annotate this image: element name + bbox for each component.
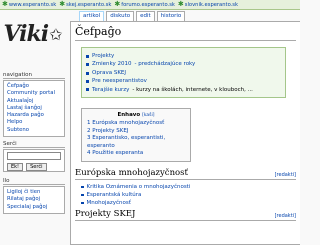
site-link-label: forumo.esperanto.sk xyxy=(121,1,175,8)
toc-item: 4 Použitie esperanta xyxy=(87,150,185,158)
site-logo[interactable]: Viki ✩ xyxy=(3,14,63,54)
news-link-previous-years[interactable]: - predchádzajúce roky xyxy=(135,60,196,68)
edit-section-link[interactable]: [redakti] xyxy=(275,213,296,219)
news-link-courses[interactable]: Terajšie kurzy xyxy=(92,86,129,94)
tab-edit[interactable]: edit xyxy=(136,11,155,21)
toc-title-text: Enhavo xyxy=(117,112,141,118)
search-buttons: Ek! Serĉi xyxy=(7,163,61,171)
tab-history[interactable]: historio xyxy=(156,11,186,21)
site-link-label: skej.esperanto.sk xyxy=(66,1,112,8)
toc-link[interactable]: 1 Európska mnohojazyčnosť xyxy=(87,120,164,126)
site-link-forumo[interactable]: ✱ forumo.esperanto.sk xyxy=(114,1,175,8)
news-item: Oprava SKEJ xyxy=(86,69,279,77)
bullet-icon xyxy=(86,88,89,92)
bullet-icon xyxy=(86,63,89,67)
list-item: Kritika Oznámenia o mnohojazyčnosti xyxy=(81,183,296,191)
news-item: Projekty xyxy=(86,52,279,60)
star-icon: ✱ xyxy=(59,0,66,8)
section-list: Kritika Oznámenia o mnohojazyčnosti Espe… xyxy=(81,183,296,207)
news-link-2010[interactable]: Zmienky 2010 xyxy=(92,60,132,68)
star-icon: ✱ xyxy=(114,0,121,8)
news-item: Zmienky 2010- predchádzajúce roky xyxy=(86,60,279,68)
search-button[interactable]: Serĉi xyxy=(26,163,47,171)
search-input[interactable] xyxy=(7,152,61,160)
news-item: Terajšie kurzy - kurzy na školách, intern… xyxy=(86,86,279,94)
navigation-portlet: Čefpaĝo Community portal Aktualaĵoj Last… xyxy=(3,80,65,138)
logo-star-icon: ✩ xyxy=(49,24,63,44)
news-box: Projekty Zmienky 2010- predchádzajúce ro… xyxy=(81,47,286,98)
toc-toggle[interactable]: [kaŝi] xyxy=(142,113,154,118)
page-title: Čefpaĝo xyxy=(75,25,296,41)
list-item: Mnohojazyčnosť xyxy=(81,199,296,207)
section-heading: Európska mnohojazyčnosť [redakti] xyxy=(75,168,296,180)
toc-title: Enhavo [kaŝi] xyxy=(87,112,185,118)
search-heading: Serĉi xyxy=(3,141,65,148)
site-links-bar: ✱ www.esperanto.sk ✱ skej.esperanto.sk ✱ fo… xyxy=(0,0,300,10)
nav-link-main-page[interactable]: Čefpaĝo xyxy=(7,83,29,90)
toc-item: 1 Európska mnohojazyčnosť xyxy=(87,120,185,128)
nav-link-current-events[interactable]: Aktualaĵoj xyxy=(7,98,33,105)
news-item: Pre neesperantistov xyxy=(86,77,279,85)
toc-link[interactable]: 2 Projekty SKEJ xyxy=(87,128,128,134)
news-link-oprava[interactable]: Oprava SKEJ xyxy=(92,69,126,77)
bullet-icon xyxy=(86,54,89,58)
navigation-heading: navigation xyxy=(3,72,65,79)
tools-portlet: Ligiloj ĉi tien Rilataj paĝoj Specialaj … xyxy=(3,186,65,214)
site-link-skej[interactable]: ✱ skej.esperanto.sk xyxy=(59,1,111,8)
logo-text: Viki xyxy=(3,21,49,47)
bullet-icon xyxy=(86,71,89,75)
toc-item: 2 Projekty SKEJ xyxy=(87,128,185,136)
section-link[interactable]: Mnohojazyčnosť xyxy=(87,199,131,207)
news-link-non-esperantists[interactable]: Pre neesperantistov xyxy=(92,77,147,85)
star-icon: ✱ xyxy=(177,0,184,8)
site-link-label: www.esperanto.sk xyxy=(8,1,57,8)
bullet-icon xyxy=(81,201,84,205)
site-link-slovnik[interactable]: ✱ slovnik.esperanto.sk xyxy=(178,1,238,8)
bullet-icon xyxy=(81,185,84,189)
go-button[interactable]: Ek! xyxy=(7,163,24,171)
tab-discussion[interactable]: diskuto xyxy=(106,11,135,21)
tool-link-special-pages[interactable]: Specialaj paĝoj xyxy=(7,204,47,211)
section-link[interactable]: Esperantská kultúra xyxy=(87,191,142,199)
nav-link-support[interactable]: Subteno xyxy=(7,127,29,134)
nav-link-help[interactable]: Helpo xyxy=(7,119,22,126)
search-portlet: Ek! Serĉi xyxy=(3,149,65,172)
site-link-esperanto[interactable]: ✱ www.esperanto.sk xyxy=(2,1,56,8)
section-heading: Projekty SKEJ [redakti] xyxy=(75,209,296,221)
toc-link[interactable]: 3 Esperantisko, esperantisti, esperanto xyxy=(87,135,165,149)
nav-link-random-page[interactable]: Hazarda paĝo xyxy=(7,112,44,119)
page-tabs: artikol diskuto edit historio xyxy=(79,11,186,21)
section-title: Európska mnohojazyčnosť xyxy=(75,167,188,178)
tools-heading: Ilo xyxy=(3,178,65,185)
list-item: Esperantská kultúra xyxy=(81,191,296,199)
bullet-icon xyxy=(86,79,89,83)
section-link[interactable]: Kritika Oznámenia o mnohojazyčnosti xyxy=(87,183,191,191)
tab-article[interactable]: artikol xyxy=(79,11,105,21)
main-content: Čefpaĝo Projekty Zmienky 2010- predchádz… xyxy=(70,21,300,245)
site-link-label: slovnik.esperanto.sk xyxy=(184,1,239,8)
edit-section-link[interactable]: [redakti] xyxy=(275,172,296,178)
bullet-icon xyxy=(81,193,84,197)
news-link-projects[interactable]: Projekty xyxy=(92,52,114,60)
table-of-contents: Enhavo [kaŝi] 1 Európska mnohojazyčnosť … xyxy=(81,108,191,162)
section-title: Projekty SKEJ xyxy=(75,208,136,219)
star-icon: ✱ xyxy=(2,0,8,8)
toc-link[interactable]: 4 Použitie esperanta xyxy=(87,150,143,156)
tool-link-related-changes[interactable]: Rilataj paĝoj xyxy=(7,196,40,203)
nav-link-community-portal[interactable]: Community portal xyxy=(7,90,55,97)
toc-item: 3 Esperantisko, esperantisti, esperanto xyxy=(87,135,185,150)
news-item-description: - kurzy na školách, internete, v klouboc… xyxy=(132,86,253,93)
